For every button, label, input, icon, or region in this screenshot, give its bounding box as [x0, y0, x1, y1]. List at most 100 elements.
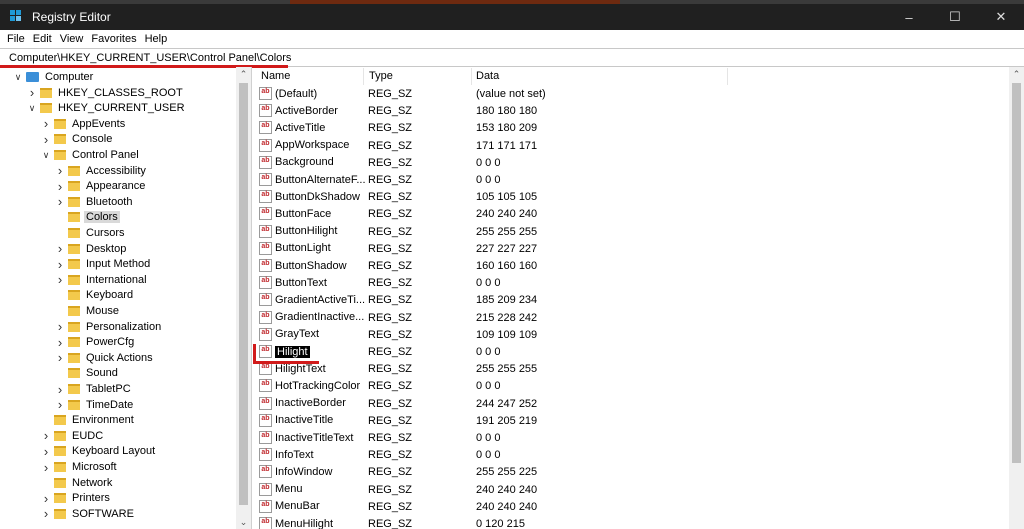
chevron-right-icon[interactable]: › [54, 397, 66, 413]
chevron-right-icon[interactable]: › [26, 85, 38, 101]
value-row[interactable]: ab InactiveBorder REG_SZ 244 247 252 [253, 396, 1009, 413]
tree-item[interactable]: › Printers [0, 490, 236, 506]
list-scroll-thumb[interactable] [1012, 83, 1021, 463]
tree-item[interactable]: › Accessibility [0, 163, 236, 179]
value-row[interactable]: ab InactiveTitleText REG_SZ 0 0 0 [253, 430, 1009, 447]
minimize-button[interactable]: – [886, 4, 932, 30]
chevron-right-icon[interactable]: › [54, 334, 66, 350]
tree-scroll-up-icon[interactable]: ⌃ [236, 67, 251, 81]
chevron-right-icon[interactable]: › [54, 241, 66, 257]
tree-item[interactable]: › SOFTWARE [0, 506, 236, 522]
value-row[interactable]: ab ButtonDkShadow REG_SZ 105 105 105 [253, 189, 1009, 206]
tree-item[interactable]: Network [0, 475, 236, 491]
address-path[interactable]: Computer\HKEY_CURRENT_USER\Control Panel… [9, 52, 291, 64]
menu-view[interactable]: View [56, 33, 88, 45]
tree-item[interactable]: › AppEvents [0, 116, 236, 132]
tree-item[interactable]: ∨ HKEY_CURRENT_USER [0, 100, 236, 116]
value-row[interactable]: ab ButtonHilight REG_SZ 255 255 255 [253, 224, 1009, 241]
menu-help[interactable]: Help [141, 33, 172, 45]
tree-item[interactable]: › Microsoft [0, 459, 236, 475]
tree-item[interactable]: › TimeDate [0, 397, 236, 413]
chevron-right-icon[interactable]: › [40, 506, 52, 522]
tree-item[interactable]: Sound [0, 365, 236, 381]
value-row[interactable]: ab (Default) REG_SZ (value not set) [253, 86, 1009, 103]
chevron-right-icon[interactable]: › [40, 116, 52, 132]
chevron-right-icon[interactable]: › [40, 131, 52, 147]
column-divider[interactable] [727, 68, 728, 85]
tree-item[interactable]: › EUDC [0, 428, 236, 444]
tree-item[interactable]: › HKEY_CLASSES_ROOT [0, 85, 236, 101]
tree-scrollbar[interactable]: ⌃ ⌄ [236, 67, 251, 529]
tree-item[interactable]: › Personalization [0, 319, 236, 335]
maximize-button[interactable]: ☐ [932, 4, 978, 30]
tree-item[interactable]: › Desktop [0, 241, 236, 257]
list-scroll-up-icon[interactable]: ⌃ [1009, 67, 1024, 81]
tree-scroll-thumb[interactable] [239, 83, 248, 505]
value-row[interactable]: ab MenuBar REG_SZ 240 240 240 [253, 499, 1009, 516]
tree-item[interactable]: ∨ Control Panel [0, 147, 236, 163]
chevron-right-icon[interactable]: › [54, 163, 66, 179]
chevron-right-icon[interactable]: › [40, 428, 52, 444]
chevron-right-icon[interactable]: › [40, 490, 52, 506]
chevron-down-icon[interactable]: ∨ [12, 69, 24, 85]
value-row[interactable]: ab ButtonFace REG_SZ 240 240 240 [253, 206, 1009, 223]
tree-scroll-down-icon[interactable]: ⌄ [236, 515, 251, 529]
tree-item[interactable]: Cursors [0, 225, 236, 241]
value-row[interactable]: ab ButtonShadow REG_SZ 160 160 160 [253, 258, 1009, 275]
chevron-right-icon[interactable]: › [54, 256, 66, 272]
chevron-right-icon[interactable]: › [54, 381, 66, 397]
tree-item[interactable]: › Input Method [0, 256, 236, 272]
column-divider[interactable] [363, 68, 364, 85]
value-row[interactable]: ab Background REG_SZ 0 0 0 [253, 155, 1009, 172]
tree-item[interactable]: ∨ Computer [0, 69, 236, 85]
value-row[interactable]: ab Hilight REG_SZ 0 0 0 [253, 344, 1009, 361]
address-bar[interactable]: Computer\HKEY_CURRENT_USER\Control Panel… [0, 48, 1024, 68]
tree-item[interactable]: Mouse [0, 303, 236, 319]
chevron-down-icon[interactable]: ∨ [40, 147, 52, 163]
tree-item[interactable]: › Quick Actions [0, 350, 236, 366]
tree-item[interactable]: › Bluetooth [0, 194, 236, 210]
tree-item[interactable]: Colors [0, 209, 236, 225]
tree-item[interactable]: Keyboard [0, 287, 236, 303]
chevron-right-icon[interactable]: › [40, 443, 52, 459]
column-header-type[interactable]: Type [369, 70, 393, 82]
value-row[interactable]: ab MenuHilight REG_SZ 0 120 215 [253, 516, 1009, 529]
tree-item[interactable]: › Console [0, 131, 236, 147]
value-row[interactable]: ab ActiveBorder REG_SZ 180 180 180 [253, 103, 1009, 120]
chevron-right-icon[interactable]: › [54, 178, 66, 194]
tree-item[interactable]: › International [0, 272, 236, 288]
chevron-right-icon[interactable]: › [40, 459, 52, 475]
value-row[interactable]: ab Menu REG_SZ 240 240 240 [253, 482, 1009, 499]
menu-edit[interactable]: Edit [29, 33, 56, 45]
close-button[interactable]: ✕ [978, 4, 1024, 30]
value-row[interactable]: ab HotTrackingColor REG_SZ 0 0 0 [253, 378, 1009, 395]
tree-item[interactable]: › Appearance [0, 178, 236, 194]
column-header-name[interactable]: Name [261, 70, 290, 82]
chevron-right-icon[interactable]: › [54, 350, 66, 366]
menu-favorites[interactable]: Favorites [87, 33, 140, 45]
chevron-right-icon[interactable]: › [54, 319, 66, 335]
tree-item[interactable]: › TabletPC [0, 381, 236, 397]
value-row[interactable]: ab ButtonText REG_SZ 0 0 0 [253, 275, 1009, 292]
value-row[interactable]: ab ButtonAlternateF... REG_SZ 0 0 0 [253, 172, 1009, 189]
chevron-right-icon[interactable]: › [54, 194, 66, 210]
value-row[interactable]: ab AppWorkspace REG_SZ 171 171 171 [253, 138, 1009, 155]
value-row[interactable]: ab ButtonLight REG_SZ 227 227 227 [253, 241, 1009, 258]
column-header-data[interactable]: Data [476, 70, 499, 82]
value-row[interactable]: ab InfoText REG_SZ 0 0 0 [253, 447, 1009, 464]
column-divider[interactable] [471, 68, 472, 85]
value-row[interactable]: ab GrayText REG_SZ 109 109 109 [253, 327, 1009, 344]
value-row[interactable]: ab HilightText REG_SZ 255 255 255 [253, 361, 1009, 378]
menu-file[interactable]: File [3, 33, 29, 45]
tree-item[interactable]: Environment [0, 412, 236, 428]
tree-item[interactable]: › PowerCfg [0, 334, 236, 350]
chevron-down-icon[interactable]: ∨ [26, 100, 38, 116]
chevron-right-icon[interactable]: › [54, 272, 66, 288]
value-row[interactable]: ab InfoWindow REG_SZ 255 255 225 [253, 464, 1009, 481]
list-scrollbar[interactable]: ⌃ [1009, 67, 1024, 529]
tree-item[interactable]: › Keyboard Layout [0, 443, 236, 459]
value-row[interactable]: ab InactiveTitle REG_SZ 191 205 219 [253, 413, 1009, 430]
value-row[interactable]: ab ActiveTitle REG_SZ 153 180 209 [253, 120, 1009, 137]
value-row[interactable]: ab GradientActiveTi... REG_SZ 185 209 234 [253, 292, 1009, 309]
value-row[interactable]: ab GradientInactive... REG_SZ 215 228 242 [253, 310, 1009, 327]
